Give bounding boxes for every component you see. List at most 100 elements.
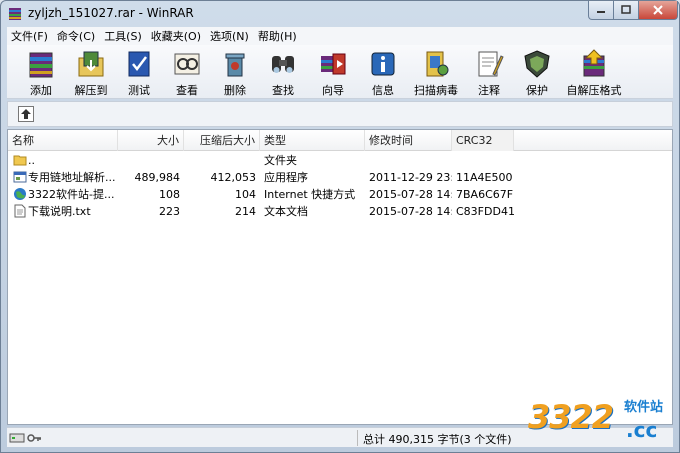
- toolbar-label: 查看: [176, 84, 198, 97]
- toolbar-label: 信息: [372, 84, 394, 97]
- toolbar-find-button[interactable]: 查找: [265, 48, 301, 98]
- row-type: Internet 快捷方式: [264, 188, 356, 201]
- column-crc[interactable]: CRC32: [452, 130, 514, 151]
- menu-help[interactable]: 帮助(H): [254, 28, 301, 44]
- extract-to-icon: [78, 51, 104, 77]
- site-watermark: 3322 软件站 .cc: [520, 392, 680, 452]
- row-modified: 2015-07-28 14:07: [369, 188, 452, 201]
- row-name: 专用链地址解析...: [28, 171, 116, 184]
- maximize-icon: [621, 5, 631, 14]
- toolbar-virus-scan-button[interactable]: 扫描病毒: [413, 48, 459, 98]
- folder-icon: [13, 155, 27, 166]
- find-icon: [272, 56, 294, 73]
- toolbar: 添加 解压到 测试 查看 删除 查找 向导 信息 扫描病毒 注释 保护 自解压格…: [7, 45, 673, 99]
- row-modified: 2015-07-28 14:10: [369, 205, 452, 218]
- toolbar-view-button[interactable]: 查看: [169, 48, 205, 98]
- row-size: 223: [159, 205, 180, 218]
- winrar-window: zyljzh_151027.rar - WinRAR 文件(F) 命令(C) 工…: [0, 0, 680, 453]
- row-crc: 7BA6C67F: [456, 188, 514, 201]
- toolbar-protect-button[interactable]: 保护: [519, 48, 555, 98]
- row-type: 应用程序: [264, 171, 308, 184]
- view-icon: [174, 53, 200, 75]
- minimize-button[interactable]: [588, 1, 614, 20]
- minimize-icon: [597, 11, 605, 13]
- exe-icon: [13, 171, 27, 183]
- info-icon: [371, 52, 395, 76]
- table-row[interactable]: .. 文件夹: [8, 152, 672, 169]
- watermark-site-name: 软件站: [624, 400, 664, 415]
- toolbar-label: 测试: [128, 84, 150, 97]
- toolbar-extract-button[interactable]: 解压到: [71, 48, 111, 98]
- row-type: 文件夹: [264, 154, 297, 167]
- row-type: 文本文档: [264, 205, 308, 218]
- row-modified: [369, 152, 452, 169]
- up-arrow-icon: [21, 109, 31, 119]
- column-size[interactable]: 大小: [118, 130, 184, 151]
- column-type[interactable]: 类型: [260, 130, 365, 151]
- toolbar-label: 添加: [30, 84, 52, 97]
- toolbar-label: 解压到: [74, 84, 108, 97]
- toolbar-info-button[interactable]: 信息: [365, 48, 401, 98]
- sfx-icon: [583, 49, 605, 77]
- toolbar-label: 删除: [224, 84, 246, 97]
- table-row[interactable]: 专用链地址解析... 489,984 412,053 应用程序 2011-12-…: [8, 169, 672, 186]
- test-icon: [128, 51, 150, 77]
- menu-bar: 文件(F) 命令(C) 工具(S) 收藏夹(O) 选项(N) 帮助(H): [7, 27, 673, 45]
- row-size: 108: [159, 188, 180, 201]
- menu-favorites[interactable]: 收藏夹(O): [147, 28, 205, 44]
- menu-tools[interactable]: 工具(S): [100, 28, 146, 44]
- toolbar-label: 查找: [272, 84, 294, 97]
- internet-shortcut-icon: [14, 188, 26, 200]
- row-packed: [184, 152, 256, 169]
- list-header: 名称 大小 压缩后大小 类型 修改时间 CRC32: [8, 130, 672, 151]
- toolbar-comment-button[interactable]: 注释: [471, 48, 507, 98]
- column-name[interactable]: 名称: [8, 130, 118, 151]
- row-packed: 214: [235, 205, 256, 218]
- wizard-icon: [321, 53, 346, 75]
- column-modified[interactable]: 修改时间: [365, 130, 452, 151]
- column-packed[interactable]: 压缩后大小: [184, 130, 260, 151]
- drive-key-icon: [9, 433, 41, 443]
- toolbar-test-button[interactable]: 测试: [121, 48, 157, 98]
- toolbar-sfx-button[interactable]: 自解压格式: [565, 48, 623, 98]
- status-summary: 总计 490,315 字节(3 个文件): [363, 433, 512, 446]
- toolbar-add-button[interactable]: 添加: [19, 48, 63, 98]
- toolbar-label: 向导: [322, 84, 344, 97]
- toolbar-label: 保护: [526, 84, 548, 97]
- comment-icon: [478, 51, 504, 77]
- menu-options[interactable]: 选项(N): [206, 28, 253, 44]
- toolbar-label: 注释: [478, 84, 500, 97]
- up-folder-button[interactable]: [18, 106, 34, 122]
- close-button[interactable]: [638, 1, 678, 20]
- toolbar-delete-button[interactable]: 删除: [217, 48, 253, 98]
- row-crc: [456, 152, 516, 169]
- row-name: 下载说明.txt: [28, 205, 91, 218]
- file-list[interactable]: 名称 大小 压缩后大小 类型 修改时间 CRC32 .. 文件夹 专用链地址解析…: [7, 129, 673, 425]
- maximize-button[interactable]: [613, 1, 639, 20]
- row-size: 489,984: [134, 171, 181, 184]
- virus-scan-icon: [426, 51, 449, 77]
- protect-icon: [524, 50, 550, 78]
- row-crc: C83FDD41: [456, 205, 515, 218]
- toolbar-wizard-button[interactable]: 向导: [313, 48, 353, 98]
- add-archive-icon: [29, 52, 53, 78]
- row-name: 3322软件站-提...: [28, 188, 115, 201]
- watermark-number: 3322: [528, 398, 614, 436]
- window-title: zyljzh_151027.rar - WinRAR: [28, 6, 194, 20]
- table-row[interactable]: 3322软件站-提... 108 104 Internet 快捷方式 2015-…: [8, 186, 672, 203]
- toolbar-label: 扫描病毒: [414, 84, 458, 97]
- row-name: ..: [28, 154, 35, 167]
- menu-file[interactable]: 文件(F): [7, 28, 52, 44]
- row-packed: 104: [235, 188, 256, 201]
- status-divider: [357, 430, 358, 446]
- menu-commands[interactable]: 命令(C): [53, 28, 99, 44]
- delete-icon: [225, 53, 245, 77]
- row-crc: 11A4E500: [456, 171, 513, 184]
- text-file-icon: [14, 204, 26, 218]
- table-row[interactable]: 下载说明.txt 223 214 文本文档 2015-07-28 14:10 C…: [8, 203, 672, 220]
- winrar-app-icon: [9, 8, 21, 20]
- row-packed: 412,053: [210, 171, 257, 184]
- toolbar-label: 自解压格式: [566, 84, 622, 97]
- path-bar: [7, 101, 673, 127]
- title-bar[interactable]: zyljzh_151027.rar - WinRAR: [1, 1, 679, 26]
